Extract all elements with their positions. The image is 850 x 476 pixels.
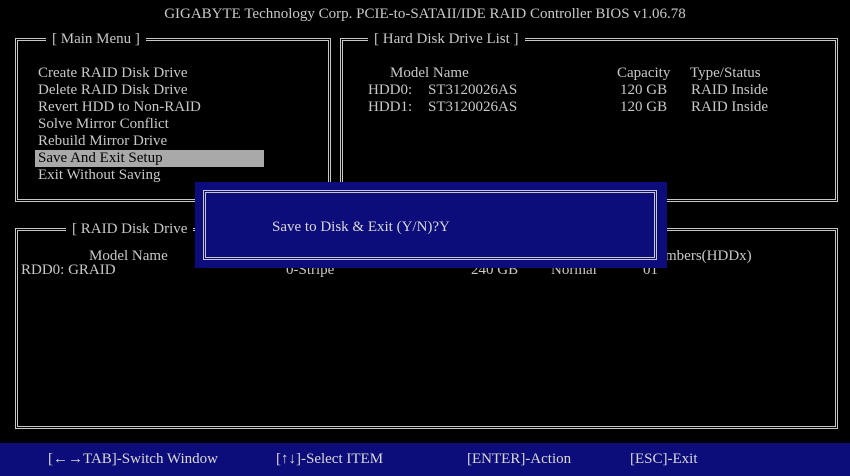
hdd-row-1-capacity[interactable]: 120 GB: [620, 99, 667, 116]
hdd-header-capacity: Capacity: [617, 65, 671, 81]
menu-item-save-exit[interactable]: Save And Exit Setup: [35, 150, 264, 167]
menu-item-delete-raid[interactable]: Delete RAID Disk Drive: [38, 82, 188, 99]
menu-item-revert-hdd[interactable]: Revert HDD to Non-RAID: [38, 99, 201, 116]
raid-row-0-id[interactable]: RDD0: GRAID: [21, 262, 116, 279]
footer-bar: [←→TAB]-Switch Window [↑↓]-Select ITEM […: [0, 443, 850, 476]
bios-title: GIGABYTE Technology Corp. PCIE-to-SATAII…: [164, 6, 686, 22]
main-menu-panel: [ Main Menu ] Create RAID Disk Drive Del…: [15, 30, 331, 202]
hdd-header-model: Model Name: [390, 65, 469, 81]
hdd-row-1-model[interactable]: ST3120026AS: [428, 99, 517, 116]
raid-list-title: [ RAID Disk Drive: [66, 220, 194, 238]
footer-select-item: [↑↓]-Select ITEM: [276, 451, 384, 467]
hdd-row-0-capacity[interactable]: 120 GB: [620, 82, 667, 99]
menu-item-rebuild-mirror[interactable]: Rebuild Mirror Drive: [38, 133, 167, 150]
hdd-row-0-model[interactable]: ST3120026AS: [428, 82, 517, 99]
main-menu-title: [ Main Menu ]: [46, 30, 146, 48]
hdd-row-1-id[interactable]: HDD1:: [368, 99, 412, 116]
dialog-prompt[interactable]: Save to Disk & Exit (Y/N)?Y: [272, 219, 450, 236]
hdd-header-type: Type/Status: [690, 65, 761, 81]
footer-switch-window: [←→TAB]-Switch Window: [48, 451, 218, 467]
footer-action: [ENTER]-Action: [467, 451, 572, 467]
footer-exit: [ESC]-Exit: [630, 451, 698, 467]
hdd-row-0-type[interactable]: RAID Inside: [691, 82, 768, 99]
hdd-list-panel: [ Hard Disk Drive List ] Model Name Capa…: [340, 30, 838, 202]
hdd-list-title: [ Hard Disk Drive List ]: [368, 30, 525, 48]
menu-item-solve-mirror[interactable]: Solve Mirror Conflict: [38, 116, 169, 133]
hdd-row-1-type[interactable]: RAID Inside: [691, 99, 768, 116]
raid-header-members: mbers(HDDx): [665, 248, 752, 264]
hdd-row-0-id[interactable]: HDD0:: [368, 82, 412, 99]
menu-item-exit-without-saving[interactable]: Exit Without Saving: [38, 167, 160, 184]
menu-item-create-raid[interactable]: Create RAID Disk Drive: [38, 65, 188, 82]
